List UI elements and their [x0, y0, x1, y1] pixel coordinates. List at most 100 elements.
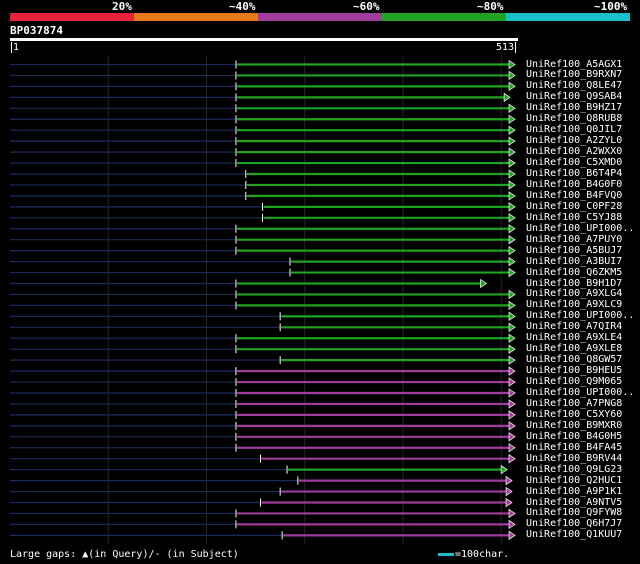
hit-label[interactable]: UniRef100_Q8LE47 [526, 80, 622, 91]
arrow-head-icon [508, 322, 516, 332]
hit-row[interactable] [10, 311, 516, 322]
hit-row[interactable] [10, 432, 516, 442]
hit-label[interactable]: UniRef100_Q8RUB8 [526, 113, 622, 124]
hit-row[interactable] [10, 421, 516, 431]
hit-label[interactable]: UniRef100_Q9LG23 [526, 464, 622, 475]
hit-label[interactable]: UniRef100_B4G0F0 [526, 179, 622, 190]
hit-row[interactable] [10, 289, 516, 300]
hit-label[interactable]: UniRef100_A9P1K1 [526, 486, 622, 497]
hit-row[interactable] [10, 366, 516, 376]
hit-label[interactable]: UniRef100_Q6ZKM5 [526, 267, 622, 278]
hit-label[interactable]: UniRef100_Q1KUU7 [526, 529, 622, 540]
hit-row[interactable] [10, 147, 516, 157]
hit-label[interactable]: UniRef100_B4G0H5 [526, 431, 622, 442]
hit-label[interactable]: UniRef100_A7PUY0 [526, 234, 622, 245]
hit-label[interactable]: UniRef100_A9XLC9 [526, 299, 622, 310]
hit-label[interactable]: UniRef100_C5XY60 [526, 409, 622, 420]
hit-row[interactable] [10, 475, 513, 486]
hit-row[interactable] [10, 377, 516, 387]
hit-row[interactable] [10, 136, 516, 146]
hit-row[interactable] [10, 300, 516, 311]
hit-label[interactable]: UniRef100_A9XLE8 [526, 343, 622, 354]
hit-row[interactable] [10, 224, 516, 234]
hit-row[interactable] [10, 464, 508, 475]
hit-label[interactable]: UniRef100_Q9M065 [526, 376, 622, 387]
hit-row[interactable] [10, 278, 488, 289]
hit-label[interactable]: UniRef100_A5AGX1 [526, 59, 622, 70]
arrow-head-icon [508, 158, 516, 168]
hit-row[interactable] [10, 486, 513, 497]
hit-label[interactable]: UniRef100_B9RXN7 [526, 69, 622, 80]
hit-row[interactable] [10, 399, 516, 409]
hit-row[interactable] [10, 443, 516, 453]
hit-label[interactable]: UniRef100_Q2HUC1 [526, 475, 622, 486]
hit-label[interactable]: UniRef100_Q9FYW8 [526, 507, 622, 518]
hit-row[interactable] [10, 267, 516, 278]
hit-label[interactable]: UniRef100_Q6H7J7 [526, 518, 622, 529]
hit-row[interactable] [10, 70, 516, 81]
hit-label[interactable]: UniRef100_A9XLG4 [526, 288, 622, 299]
arrow-head-icon [508, 388, 516, 398]
hit-row[interactable] [10, 333, 516, 343]
arrow-head-icon [508, 81, 516, 92]
hit-row[interactable] [10, 530, 516, 541]
hit-row[interactable] [10, 213, 516, 223]
hit-row[interactable] [10, 344, 516, 354]
hit-label[interactable]: UniRef100_Q8GW57 [526, 354, 622, 365]
hit-label[interactable]: UniRef100_B9HZ17 [526, 102, 622, 113]
hit-label[interactable]: UniRef100_B6T4P4 [526, 168, 622, 179]
hit-label[interactable]: UniRef100_A2ZYL0 [526, 135, 622, 146]
hit-row[interactable] [10, 169, 516, 179]
hit-label[interactable]: UniRef100_A2WXX0 [526, 146, 622, 157]
hit-label[interactable]: UniRef100_A9NTV5 [526, 497, 622, 508]
hit-label[interactable]: UniRef100_B9HEU5 [526, 365, 622, 376]
hit-label[interactable]: UniRef100_A3BUI7 [526, 256, 622, 267]
hit-label[interactable]: UniRef100_B4FVQ0 [526, 190, 622, 201]
hit-row[interactable] [10, 322, 516, 332]
hit-label[interactable]: UniRef100_B9RV44 [526, 453, 622, 464]
hit-label[interactable]: UniRef100_Q9SAB4 [526, 91, 622, 102]
hit-row[interactable] [10, 125, 516, 135]
hit-row[interactable] [10, 355, 516, 365]
hit-label[interactable]: UniRef100_B9MXR0 [526, 420, 622, 431]
hit-row[interactable] [10, 158, 516, 168]
hit-label[interactable]: UniRef100_A9XLE4 [526, 332, 622, 343]
scale-legend: =100char. [438, 549, 509, 561]
hit-row[interactable] [10, 508, 516, 519]
hit-row[interactable] [10, 235, 516, 245]
hit-row[interactable] [10, 519, 516, 530]
arrow-head-icon [508, 180, 516, 190]
hit-label[interactable]: UniRef100_UPI000.. [526, 223, 634, 234]
arrow-head-icon [508, 103, 516, 113]
hit-row[interactable] [10, 245, 516, 256]
hit-row[interactable] [10, 92, 511, 103]
hit-row[interactable] [10, 410, 516, 420]
hit-label[interactable]: UniRef100_C0PF28 [526, 201, 622, 212]
hit-row[interactable] [10, 59, 516, 70]
hit-row[interactable] [10, 191, 516, 201]
hit-row[interactable] [10, 103, 516, 113]
hit-label[interactable]: UniRef100_UPI000.. [526, 310, 634, 321]
hit-label[interactable]: UniRef100_A5BUJ7 [526, 245, 622, 256]
hit-label[interactable]: UniRef100_B9H1D7 [526, 278, 622, 289]
hit-row[interactable] [10, 256, 516, 267]
hit-label[interactable]: UniRef100_Q0JIL7 [526, 124, 622, 135]
hit-row[interactable] [10, 114, 516, 124]
arrow-head-icon [508, 256, 516, 267]
hit-label[interactable]: UniRef100_A7QIR4 [526, 321, 622, 332]
hit-label[interactable]: UniRef100_B4FA45 [526, 442, 622, 453]
hit-row[interactable] [10, 81, 516, 92]
hit-row[interactable] [10, 180, 516, 190]
hit-row[interactable] [10, 202, 516, 212]
arrow-head-icon [508, 421, 516, 431]
hit-row[interactable] [10, 454, 516, 464]
arrow-head-icon [508, 311, 516, 322]
hit-label[interactable]: UniRef100_A7PNG8 [526, 398, 622, 409]
arrow-head-icon [508, 136, 516, 146]
arrow-head-icon [508, 289, 516, 300]
hit-row[interactable] [10, 497, 513, 508]
hit-label[interactable]: UniRef100_UPI000.. [526, 387, 634, 398]
hit-label[interactable]: UniRef100_C5XMD0 [526, 157, 622, 168]
hit-row[interactable] [10, 388, 516, 398]
hit-label[interactable]: UniRef100_C5YJ88 [526, 212, 622, 223]
